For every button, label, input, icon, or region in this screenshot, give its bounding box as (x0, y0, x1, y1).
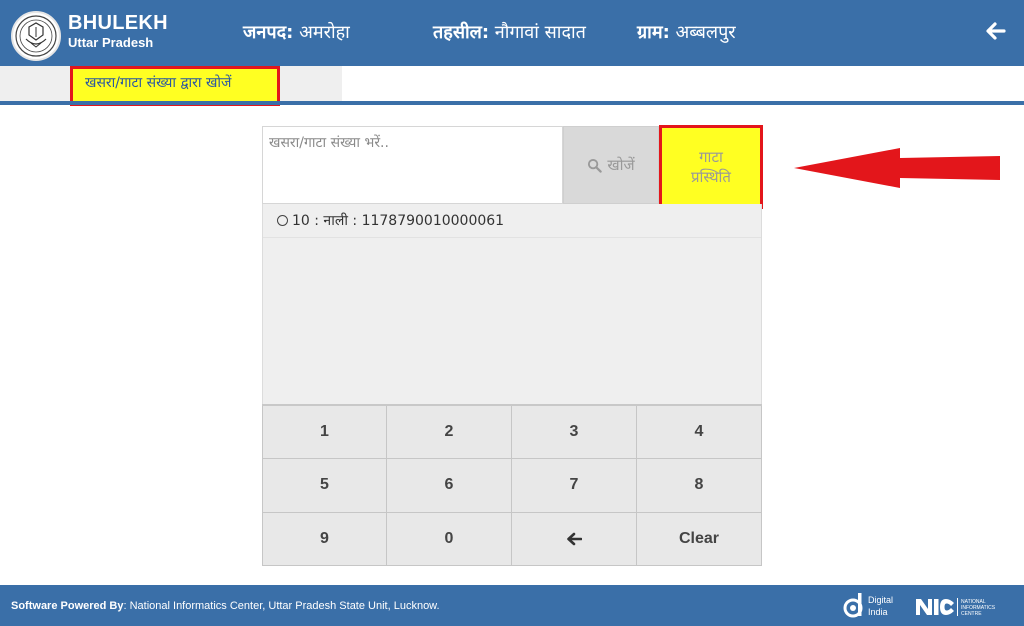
search-icon (588, 158, 603, 173)
powered-by-org: : National Informatics Center, Uttar Pra… (123, 600, 440, 612)
key-4[interactable]: 4 (637, 406, 762, 460)
tab-bar: खसरा/गाटा संख्या द्वारा खोजें (0, 66, 1024, 106)
digital-india-logo: Digital India (843, 593, 893, 618)
result-text: 10 : नाली : 1178790010000061 (292, 213, 505, 229)
backspace-arrow-icon (567, 532, 582, 546)
key-0[interactable]: 0 (387, 512, 512, 566)
key-6[interactable]: 6 (387, 459, 512, 513)
key-7[interactable]: 7 (512, 459, 637, 513)
results-list: 10 : नाली : 1178790010000061 (262, 204, 762, 404)
radio-icon[interactable] (277, 215, 288, 226)
brand-subtitle: Uttar Pradesh (68, 35, 154, 50)
status-line1: गाटा (699, 148, 723, 166)
back-arrow-icon[interactable] (984, 20, 1006, 42)
district-value: अमरोहा (299, 22, 350, 43)
key-1[interactable]: 1 (262, 406, 387, 460)
result-item[interactable]: 10 : नाली : 1178790010000061 (263, 204, 761, 238)
emblem-icon (15, 15, 57, 57)
annotation-arrow-icon (794, 148, 1000, 188)
key-8[interactable]: 8 (637, 459, 762, 513)
powered-by-label: Software Powered By (11, 600, 124, 612)
numeric-keypad: 1 2 3 4 5 6 7 8 9 0 Clear (262, 404, 762, 566)
gata-status-button[interactable]: गाटा प्रस्थिति (659, 125, 763, 209)
village-info: ग्राम: अब्बलपुर (637, 20, 736, 44)
tehsil-value: नौगावां सादात (494, 22, 586, 43)
tehsil-info: तहसील: नौगावां सादात (433, 20, 586, 44)
tab-divider (0, 101, 1024, 105)
search-button[interactable]: खोजें (563, 126, 659, 204)
key-5[interactable]: 5 (262, 459, 387, 513)
nic-logo: NATIONAL INFORMATICS CENTRE (916, 598, 996, 617)
search-button-label: खोजें (607, 156, 635, 174)
up-emblem-logo (11, 11, 61, 61)
digital-india-line2: India (868, 607, 888, 617)
khasra-search-input[interactable] (262, 126, 563, 204)
status-line2: प्रस्थिति (691, 168, 731, 186)
district-info: जनपद: अमरोहा (243, 20, 350, 44)
key-clear[interactable]: Clear (637, 512, 762, 566)
key-backspace[interactable] (512, 512, 637, 566)
app-footer: Software Powered By: National Informatic… (0, 585, 1024, 626)
key-9[interactable]: 9 (262, 512, 387, 566)
app-header: BHULEKH Uttar Pradesh जनपद: अमरोहा तहसील… (0, 0, 1024, 66)
village-value: अब्बलपुर (675, 22, 736, 43)
nic-line3: CENTRE (961, 611, 982, 617)
tehsil-label: तहसील: (433, 22, 490, 43)
tab-search-by-khasra[interactable]: खसरा/गाटा संख्या द्वारा खोजें (70, 66, 280, 106)
digital-india-line1: Digital (868, 595, 893, 605)
powered-by-text: Software Powered By: National Informatic… (11, 600, 440, 612)
key-2[interactable]: 2 (387, 406, 512, 460)
district-label: जनपद: (243, 22, 294, 43)
brand: BHULEKH Uttar Pradesh (68, 12, 168, 51)
village-label: ग्राम: (637, 22, 670, 43)
key-3[interactable]: 3 (512, 406, 637, 460)
brand-title: BHULEKH (68, 12, 168, 34)
